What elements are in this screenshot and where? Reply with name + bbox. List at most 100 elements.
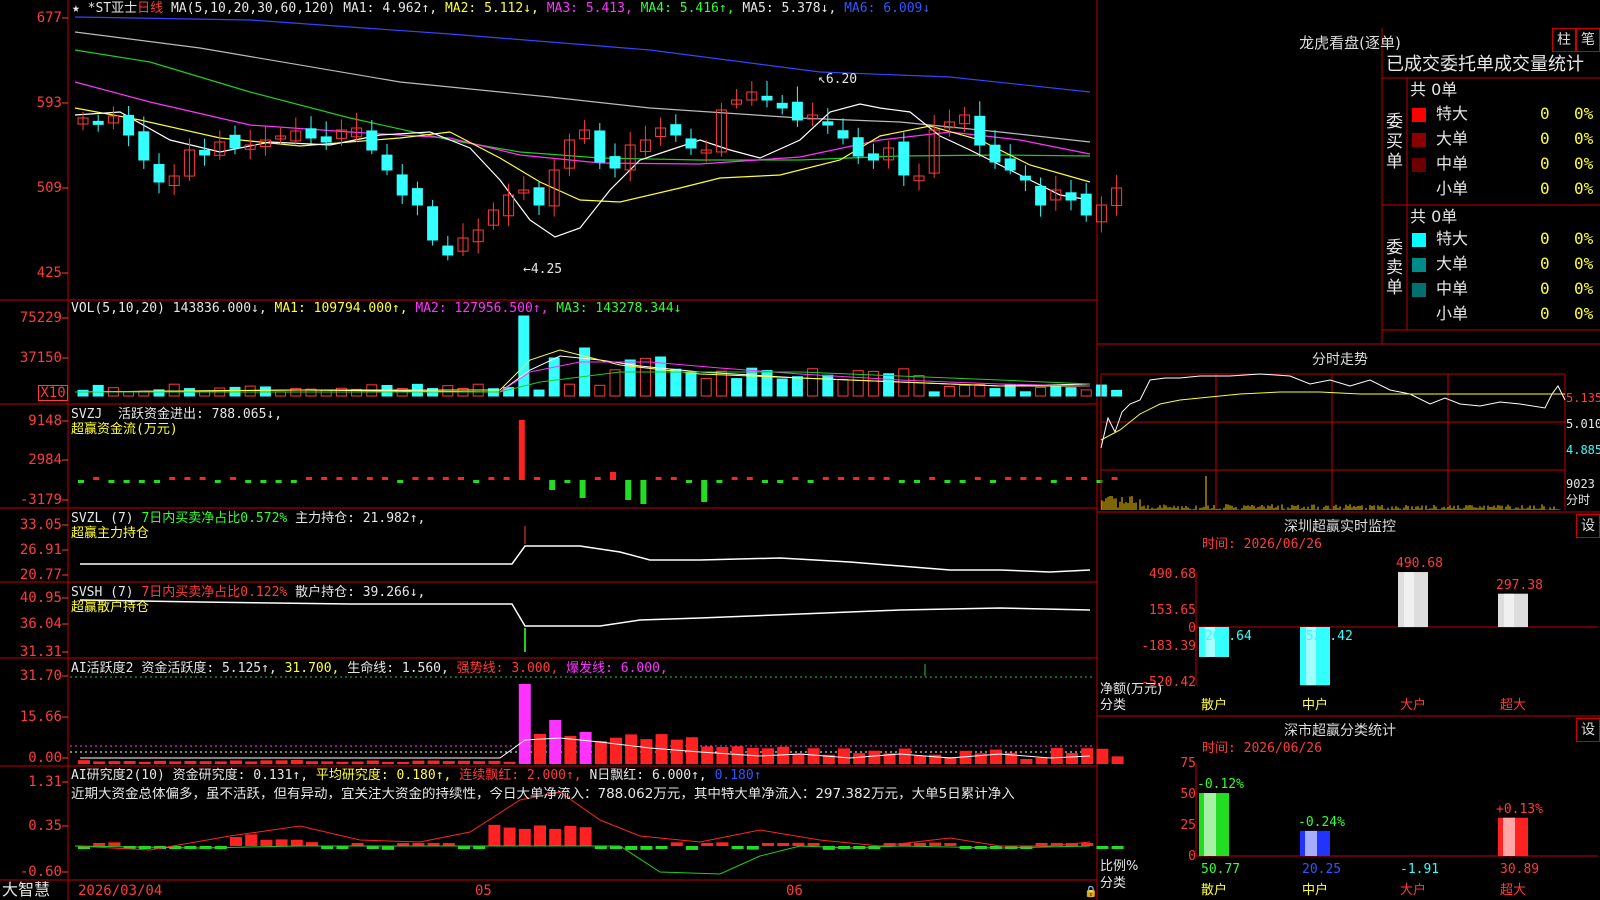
svzj-bar	[245, 480, 252, 483]
ai-axis-label: 15.66	[19, 709, 62, 725]
ai-activity-bar	[594, 740, 607, 764]
svzj-bar	[108, 480, 115, 483]
svzj-bar	[169, 477, 176, 480]
ai2-header: AI研究度2(10) 资金研究度: 0.131↑, 平均研究度: 0.180↑,…	[71, 768, 762, 783]
svzj-bar	[260, 480, 267, 483]
price-axis-label: 425	[36, 265, 62, 281]
sz-monitor-settings-button[interactable]: 设	[1576, 514, 1600, 538]
order-size-label: 小单	[1436, 304, 1469, 323]
svzj-bar	[625, 480, 632, 500]
ai-research-bar	[807, 843, 820, 846]
order-percent: 0%	[1574, 129, 1594, 148]
ai-activity-bar	[701, 746, 714, 764]
svzj-bar	[503, 477, 510, 480]
ai-research-bar	[640, 846, 653, 850]
order-percent: 0%	[1574, 254, 1594, 273]
volume-bar	[244, 385, 256, 397]
category-label: 中户	[1302, 698, 1329, 713]
svzl-line	[80, 526, 1091, 573]
volume-bar	[1080, 389, 1092, 397]
ai-axis-label: 31.70	[19, 668, 62, 684]
ai-research-bar	[914, 842, 926, 846]
volume-bar	[822, 374, 834, 397]
volume-bar	[837, 378, 849, 397]
ma1-value: MA1: 4.962↑,	[343, 1, 438, 16]
ai-activity-bar	[290, 760, 303, 764]
ai-activity-bar	[351, 761, 364, 764]
volume-bar	[1004, 384, 1016, 397]
order-count: 0	[1540, 154, 1550, 173]
order-size-label: 大单	[1436, 129, 1469, 148]
order-count: 0	[1540, 179, 1550, 198]
price-header: ★ *ST亚士日线 MA(5,10,20,30,60,120) MA1: 4.9…	[72, 1, 930, 16]
ratio-value-label: 30.89	[1500, 862, 1540, 877]
ai-activity-bar	[230, 760, 242, 764]
ai-activity-bar	[458, 760, 470, 764]
favorite-star-icon[interactable]: ★	[72, 1, 80, 16]
ai-research-bar	[701, 843, 714, 846]
volume-bar	[548, 357, 560, 397]
volume-bar	[320, 389, 332, 397]
ai-activity-bar	[138, 761, 151, 764]
svzj-bar	[290, 480, 297, 483]
ai-activity-bar	[1096, 748, 1109, 764]
svzj-bar	[518, 420, 525, 480]
sz-monitor-axis-label: 净额(万元)	[1100, 682, 1163, 697]
candle-body	[867, 153, 879, 161]
category-label: 散户	[1201, 698, 1228, 713]
order-size-label: 小单	[1436, 179, 1469, 198]
vol-axis-label: 75229	[19, 310, 62, 326]
ma2-line	[74, 107, 1091, 203]
svzj-bar	[321, 477, 328, 480]
candle-body	[229, 134, 241, 149]
ma6-line	[74, 16, 1091, 93]
svzj-bar	[1066, 477, 1072, 480]
svzl-subtitle: 超赢主力持仓	[71, 526, 150, 541]
ai-activity-bar	[549, 720, 562, 764]
tick-mode-button[interactable]: 笔	[1576, 28, 1600, 52]
vol-scale-badge[interactable]: X10	[38, 385, 68, 401]
order-count: 0	[1540, 279, 1550, 298]
sz-class-axis-label2: 分类	[1100, 876, 1127, 891]
legend-swatch	[1412, 283, 1426, 297]
category-label: 大户	[1400, 698, 1427, 713]
candle-body	[411, 188, 423, 206]
bar-mode-button[interactable]: 柱	[1552, 28, 1576, 52]
candle-body	[123, 114, 135, 136]
candle-body	[898, 141, 910, 176]
ai-activity-bar	[199, 761, 212, 764]
vol-axis-label: 37150	[19, 350, 62, 366]
volume-bar	[731, 378, 743, 397]
ma3-value: MA3: 5.413,	[546, 1, 633, 16]
category-label: 大户	[1400, 883, 1427, 898]
svzj-bar	[199, 477, 206, 480]
lock-icon[interactable]: 🔒	[1084, 884, 1098, 899]
candle-body	[685, 138, 697, 149]
legend-swatch	[1412, 258, 1426, 272]
ai-research-bar	[731, 846, 744, 849]
bar-value-label: -520.42	[1298, 629, 1353, 644]
period-label[interactable]: 日线	[137, 1, 163, 16]
legend-swatch	[1412, 158, 1426, 172]
volume-bar	[1035, 386, 1047, 397]
svzj-bar	[883, 477, 890, 480]
sz-class-settings-button[interactable]: 设	[1576, 718, 1600, 742]
ma3-line	[74, 81, 1091, 165]
ai-activity-bar	[853, 753, 866, 764]
sz-class-title: 深市超赢分类统计	[1284, 723, 1396, 739]
volume-bar	[1065, 387, 1077, 397]
category-label: 超大	[1500, 883, 1527, 898]
candle-body	[427, 206, 439, 241]
sz-class-axis-label: 比例%	[1100, 859, 1139, 874]
volume-bar	[1050, 384, 1062, 397]
price-axis-label: 509	[36, 180, 62, 196]
ma4-value: MA4: 5.416↑,	[640, 1, 735, 16]
candle-body	[989, 144, 1001, 163]
chart-canvas[interactable]	[0, 0, 1600, 900]
candle-body	[442, 245, 454, 256]
svzj-bar	[214, 480, 221, 483]
ai-research-bar	[655, 846, 668, 849]
candle-body	[366, 130, 378, 151]
candle-body	[533, 187, 545, 206]
candle-body	[1035, 185, 1047, 206]
